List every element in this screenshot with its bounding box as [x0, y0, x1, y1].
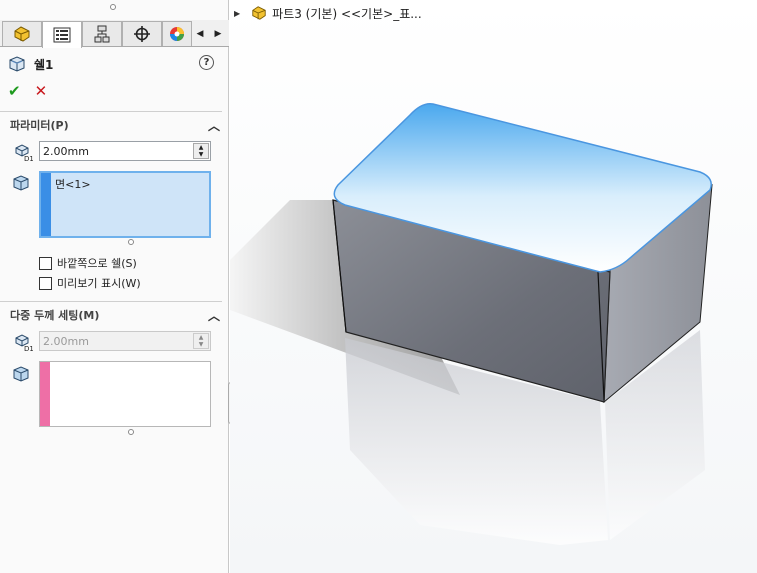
color-wheel-icon: [170, 27, 184, 41]
faces-to-remove-list[interactable]: 면<1>: [39, 171, 211, 238]
model-view: [230, 0, 757, 573]
multi-face-selection-icon: [10, 363, 32, 385]
tab-display-manager[interactable]: [162, 21, 192, 46]
part-icon: [252, 6, 266, 20]
selection-color-strip: [40, 362, 50, 426]
tabs-scroll-right-icon[interactable]: ▶: [211, 26, 225, 42]
thickness-field[interactable]: [40, 142, 190, 160]
collapse-chevron-icon[interactable]: ︿: [208, 307, 220, 324]
tab-property-manager[interactable]: [42, 21, 82, 48]
help-icon[interactable]: ?: [199, 55, 214, 70]
multi-thickness-faces-list[interactable]: [39, 361, 211, 427]
property-list-icon: [53, 27, 71, 43]
multi-thickness-input: ▲ ▼: [39, 331, 211, 351]
cancel-button[interactable]: ✕: [35, 82, 48, 100]
crosshair-icon: [134, 26, 150, 42]
tree-root-label[interactable]: 파트3 (기본) <<기본>_표...: [272, 5, 422, 22]
part-feature-icon: [14, 26, 30, 42]
stepper-down-icon[interactable]: ▼: [194, 151, 208, 158]
page-title: 쉘1: [34, 57, 54, 72]
stepper-up-icon[interactable]: ▲: [194, 144, 208, 151]
manager-tabs: ◀ ▶: [0, 20, 229, 48]
shell-feature-icon: [9, 56, 25, 72]
show-preview-checkbox[interactable]: [39, 276, 52, 290]
ok-button[interactable]: ✔: [8, 82, 21, 100]
expand-arrow-icon[interactable]: ▶: [234, 9, 240, 18]
multi-thickness-field: [40, 332, 190, 350]
list-item[interactable]: 면<1>: [55, 176, 91, 192]
panel-grip-handle[interactable]: [110, 4, 116, 10]
property-manager-panel: ◀ ▶ 쉘1 ? ✔ ✕ 파라미터(P) ︿ D1 ▲ ▼: [0, 0, 229, 573]
face-selection-icon: [10, 172, 32, 194]
divider: [0, 111, 222, 112]
tab-dimxpert-manager[interactable]: [122, 21, 162, 46]
divider: [0, 301, 222, 302]
tab-feature-manager[interactable]: [2, 21, 42, 46]
show-preview-label[interactable]: 미리보기 표시(W): [57, 275, 141, 291]
graphics-viewport[interactable]: [230, 0, 757, 573]
stepper-up-icon: ▲: [198, 334, 204, 341]
thickness-input[interactable]: ▲ ▼: [39, 141, 211, 161]
ok-cancel-row: ✔ ✕: [8, 82, 47, 100]
list-resize-handle[interactable]: [128, 429, 134, 435]
stepper-down-icon: ▼: [198, 341, 204, 348]
shell-outward-option[interactable]: 바깥쪽으로 쉘(S): [39, 255, 137, 271]
collapse-chevron-icon[interactable]: ︿: [208, 117, 220, 134]
feature-tree-root[interactable]: ▶ 파트3 (기본) <<기본>_표...: [234, 4, 422, 22]
show-preview-option[interactable]: 미리보기 표시(W): [39, 275, 141, 291]
parameters-group-header[interactable]: 파라미터(P) ︿: [10, 117, 220, 133]
thickness-stepper[interactable]: ▲ ▼: [193, 143, 209, 159]
svg-text:D1: D1: [24, 345, 33, 352]
svg-text:D1: D1: [24, 155, 33, 162]
tab-configuration-manager[interactable]: [82, 21, 122, 46]
shell-outward-label[interactable]: 바깥쪽으로 쉘(S): [57, 255, 137, 271]
parameters-group-title: 파라미터(P): [10, 119, 69, 132]
list-resize-handle[interactable]: [128, 239, 134, 245]
selection-color-strip: [41, 173, 51, 236]
multi-thickness-icon: D1: [12, 331, 34, 353]
multi-thickness-group-header[interactable]: 다중 두께 세팅(M) ︿: [10, 307, 220, 323]
multi-thickness-stepper: ▲ ▼: [193, 333, 209, 349]
configuration-icon: [94, 25, 110, 43]
feature-title-row: 쉘1 ?: [8, 54, 220, 74]
multi-thickness-group-title: 다중 두께 세팅(M): [10, 309, 100, 322]
thickness-icon: D1: [12, 141, 34, 163]
shell-outward-checkbox[interactable]: [39, 256, 52, 270]
tabs-scroll-left-icon[interactable]: ◀: [193, 26, 207, 42]
